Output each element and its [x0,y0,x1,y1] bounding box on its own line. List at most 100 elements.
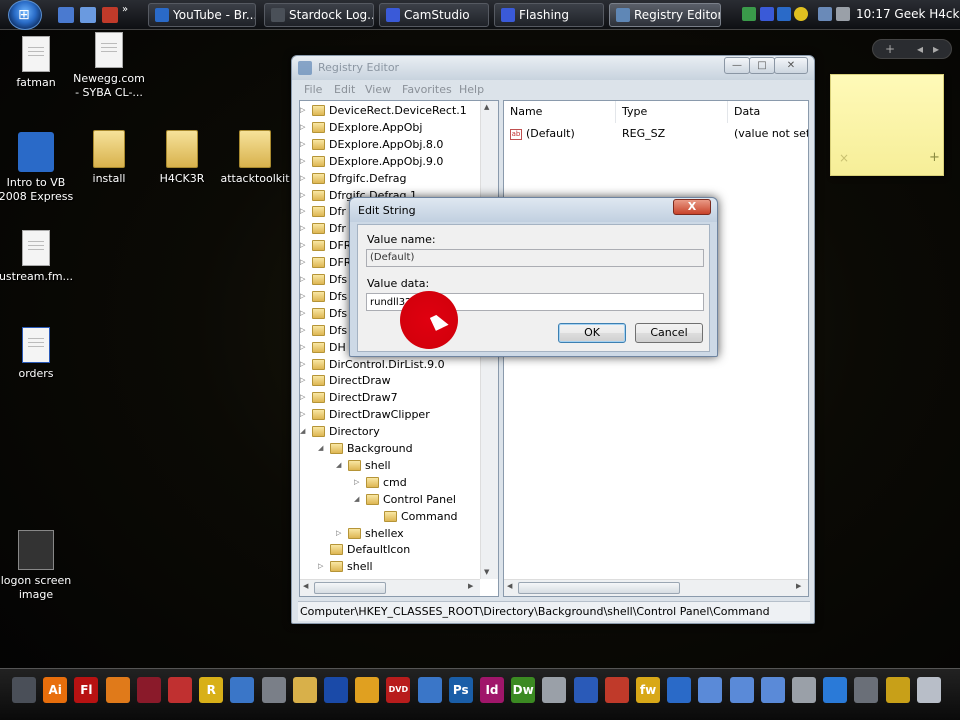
expand-arrow-icon[interactable]: ▷ [354,474,364,491]
sticky-note-gadget[interactable]: × + [830,74,944,176]
expand-arrow-icon[interactable]: ▷ [300,170,310,187]
tray-z-icon[interactable] [777,7,791,21]
ie-icon[interactable] [667,677,692,703]
expand-arrow-icon[interactable]: ▷ [300,220,310,237]
tools-icon[interactable] [604,677,629,703]
trash-icon[interactable] [916,677,941,703]
regedit-titlebar[interactable]: Registry Editor — □ ✕ [292,56,814,80]
tools-quicklaunch-icon[interactable] [102,7,118,23]
sticky-add-button[interactable]: + [929,150,940,165]
tray-connection-icon[interactable] [818,7,832,21]
values-horizontal-scrollbar[interactable]: ◀ ▶ [504,579,808,596]
earth-icon[interactable] [823,677,848,703]
menu-view[interactable]: View [365,83,391,96]
network-icon[interactable] [324,677,348,703]
dialog-close-button[interactable]: X [673,199,711,215]
sidebar-next-button[interactable]: ▸ [933,40,939,58]
menu-help[interactable]: Help [459,83,484,96]
values-hscroll-thumb[interactable] [518,582,680,594]
menu-favorites[interactable]: Favorites [402,83,452,96]
illustrator-icon[interactable]: Ai [43,677,68,703]
cancel-button[interactable]: Cancel [635,323,703,343]
task-youtube[interactable]: YouTube - Br... [148,3,256,27]
firefox-icon[interactable] [105,677,130,703]
menu-edit[interactable]: Edit [334,83,355,96]
expand-arrow-icon[interactable]: ▷ [318,558,328,575]
joystick-icon[interactable] [854,677,879,703]
collapse-arrow-icon[interactable]: ◢ [336,457,346,474]
collapse-arrow-icon[interactable]: ◢ [318,440,328,457]
folder-blue-icon[interactable] [698,677,723,703]
start-button[interactable]: ⊞ [8,0,42,30]
sidebar-add-button[interactable]: + [885,40,895,58]
docs-icon[interactable] [573,677,598,703]
scroll-down-icon[interactable]: ▼ [484,568,489,576]
scroll-right-icon[interactable]: ▶ [468,582,473,590]
notes-icon[interactable] [168,677,192,703]
tray-app-icon[interactable] [760,7,774,21]
desktop-icon-orders[interactable]: orders [0,327,75,381]
maximize-button[interactable]: □ [749,57,775,74]
expand-arrow-icon[interactable]: ▷ [300,136,310,153]
expand-arrow-icon[interactable]: ▷ [300,254,310,271]
explorer-icon[interactable] [12,677,36,703]
quicklaunch-chevron-icon[interactable]: » [122,4,128,15]
tree-hscroll-thumb[interactable] [314,582,386,594]
dreamweaver-icon[interactable]: Dw [511,677,536,703]
expand-arrow-icon[interactable]: ▷ [300,203,310,220]
expand-arrow-icon[interactable]: ▷ [300,153,310,170]
globe-icon[interactable] [230,677,255,703]
scroll-left-icon[interactable]: ◀ [303,582,308,590]
book-icon[interactable] [136,677,161,703]
fw-icon[interactable]: fw [636,677,660,703]
expand-arrow-icon[interactable]: ▷ [300,305,310,322]
column-header-data[interactable]: Data [728,101,808,123]
expand-arrow-icon[interactable]: ▷ [300,119,310,136]
speaker-icon[interactable] [261,677,286,703]
minimize-button[interactable]: — [724,57,750,74]
desktop-icon-newegg[interactable]: Newegg.com - SYBA CL-... [70,32,148,100]
desktop-icon-fatman[interactable]: fatman [0,36,75,90]
desktop-icon-intro-vb[interactable]: Intro to VB 2008 Express [0,132,75,204]
monitor-icon[interactable] [417,677,442,703]
expand-arrow-icon[interactable]: ▷ [300,271,310,288]
photoshop-icon[interactable]: Ps [448,677,473,703]
expand-arrow-icon[interactable]: ▷ [300,356,310,373]
sidebar-prev-button[interactable]: ◂ [917,40,923,58]
wand-icon[interactable] [885,677,910,703]
expand-arrow-icon[interactable]: ▷ [300,322,310,339]
tree-horizontal-scrollbar[interactable]: ◀ ▶ [300,579,480,596]
column-header-name[interactable]: Name [504,101,616,123]
tray-clock[interactable]: 10:17 Geek H4ck3r [856,7,960,21]
indesign-icon[interactable]: Id [480,677,504,703]
collapse-arrow-icon[interactable]: ◢ [300,423,310,440]
expand-arrow-icon[interactable]: ▷ [300,102,310,119]
task-flashing[interactable]: Flashing [494,3,604,27]
flash-icon[interactable]: Fl [74,677,99,703]
sticky-close-button[interactable]: × [839,151,849,165]
menu-file[interactable]: File [304,83,322,96]
scroll-left-icon[interactable]: ◀ [507,582,512,590]
mushroom-icon[interactable] [355,677,380,703]
tray-messenger-icon[interactable] [794,7,808,21]
dialog-titlebar[interactable]: Edit String X [350,198,717,222]
rosetta-icon[interactable]: R [199,677,224,703]
expand-arrow-icon[interactable]: ▷ [300,187,310,204]
collapse-arrow-icon[interactable]: ◢ [354,491,364,508]
scroll-right-icon[interactable]: ▶ [796,582,801,590]
expand-arrow-icon[interactable]: ▷ [300,288,310,305]
scroll-up-icon[interactable]: ▲ [484,103,489,111]
pen-icon[interactable] [792,677,816,703]
convert-dvd-icon[interactable]: DVD [386,677,411,703]
folder-icon[interactable] [292,677,317,703]
desktop-icon-attacktoolkit[interactable]: attacktoolkit [216,130,294,186]
expand-arrow-icon[interactable]: ▷ [336,525,346,542]
webcam-icon[interactable] [542,677,567,703]
column-header-type[interactable]: Type [616,101,728,123]
switch-windows-icon[interactable] [80,7,96,23]
expand-arrow-icon[interactable]: ▷ [300,339,310,356]
tray-volume-icon[interactable] [836,7,850,21]
task-stardock[interactable]: Stardock Log... [264,3,374,27]
task-registry-editor[interactable]: Registry Editor [609,3,721,27]
expand-arrow-icon[interactable]: ▷ [300,237,310,254]
